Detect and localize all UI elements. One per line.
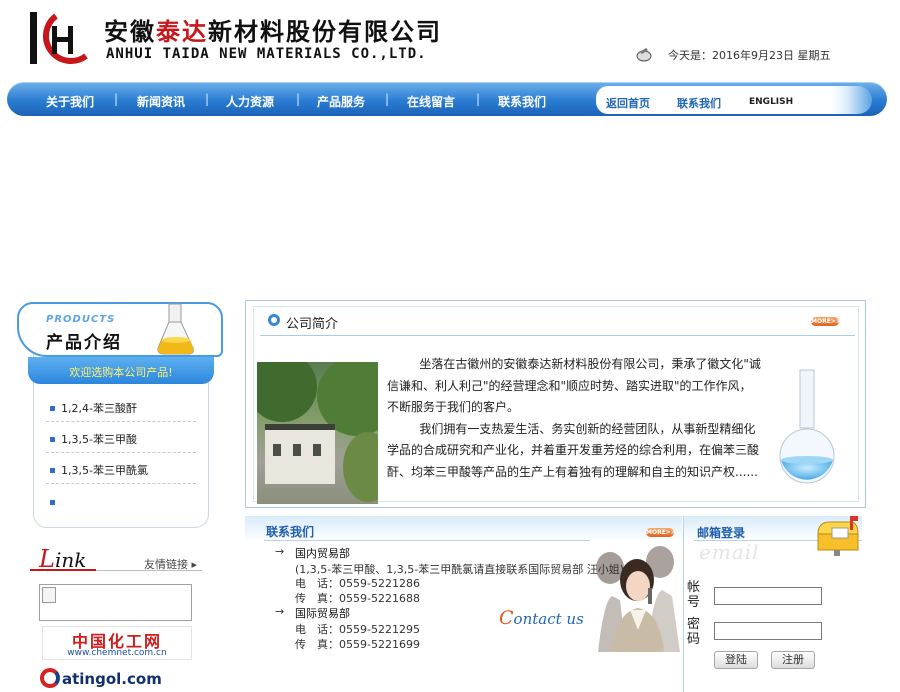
mailbox-icon — [817, 516, 859, 556]
international-fax-key: 传 真： — [295, 638, 339, 651]
email-watermark: email — [699, 540, 760, 564]
international-trade-label: 国际贸易部 — [295, 607, 350, 620]
bullet-icon — [50, 406, 55, 411]
account-input[interactable] — [714, 587, 822, 605]
domestic-phone: 电 话：0559-5221286 — [295, 575, 420, 591]
chemnet-banner-url: www.chemnet.com.cn — [67, 648, 167, 658]
date-display: 今天是：2016年9月23日 星期五 — [668, 49, 831, 62]
circle-bullet-icon — [268, 314, 280, 326]
navbar-right-cap — [832, 86, 872, 114]
round-flask-icon — [779, 369, 835, 484]
friend-links-link[interactable]: 友情链接 ▸ — [144, 556, 197, 572]
product-welcome-text: 欢迎选购本公司产品! — [69, 366, 173, 379]
product-item-label: 1,3,5-苯三甲酰氯 — [61, 464, 148, 477]
nav-contact-link[interactable]: 联系我们 — [677, 95, 721, 111]
company-name-en: ANHUI TAIDA NEW MATERIALS CO.,LTD. — [106, 46, 427, 62]
nav-separator: | — [476, 92, 481, 106]
nav-news[interactable]: 新闻资讯 — [137, 93, 185, 110]
password-input[interactable] — [714, 622, 822, 640]
company-intro-title: 公司简介 — [286, 317, 339, 332]
nav-products[interactable]: 产品服务 — [317, 93, 365, 110]
company-logo — [30, 12, 88, 64]
domestic-fax: 传 真：0559-5221688 — [295, 590, 420, 606]
company-intro-text: 坐落在古徽州的安徽泰达新材料股份有限公司，秉承了徽文化"诚信谦和、利人利己"的经… — [387, 354, 763, 484]
domestic-fax-value: 0559-5221688 — [339, 592, 420, 605]
intro-divider — [260, 335, 855, 336]
product-header-title: 产品介绍 — [46, 333, 122, 353]
company-name-cn-brand: 泰达 — [156, 17, 208, 46]
flask-icon — [157, 303, 194, 355]
company-building-photo — [257, 362, 378, 504]
catingol-banner[interactable]: atingol.com — [40, 668, 162, 688]
contact-more-button[interactable]: MORE>> — [646, 528, 676, 537]
international-fax: 传 真：0559-5221699 — [295, 636, 420, 652]
links-divider-accent — [30, 569, 96, 571]
product-item-label: 1,3,5-苯三甲酸 — [61, 433, 137, 446]
product-item[interactable]: 1,3,5-苯三甲酰氯 — [46, 462, 196, 484]
broken-image-link[interactable] — [39, 584, 192, 621]
nav-about-us[interactable]: 关于我们 — [46, 93, 94, 110]
contact-us-rest: ontact us — [513, 610, 584, 628]
broken-image-icon — [42, 587, 56, 603]
nav-hr[interactable]: 人力资源 — [226, 93, 274, 110]
bullet-icon — [50, 500, 55, 505]
company-name-cn: 安徽泰达新材料股份有限公司 — [104, 12, 442, 47]
product-header-en: PRODUCTS — [46, 314, 116, 325]
company-name-cn-part1: 安徽 — [104, 17, 156, 46]
nav-guestbook[interactable]: 在线留言 — [407, 93, 455, 110]
international-phone-key: 电 话： — [295, 623, 339, 636]
mail-divider-vertical — [683, 516, 684, 692]
bullet-icon — [50, 468, 55, 473]
nav-separator: | — [114, 92, 119, 106]
company-name-cn-part3: 新材料股份有限公司 — [208, 17, 442, 46]
product-item-label: 1,2,4-苯三酸酐 — [61, 402, 137, 415]
international-phone-value: 0559-5221295 — [339, 623, 420, 636]
domestic-trade-label: 国内贸易部 — [295, 547, 350, 560]
arrow-right-icon: → — [275, 545, 285, 558]
customer-service-photo — [590, 540, 682, 652]
clock-icon — [636, 48, 652, 62]
nav-english-link[interactable]: ENGLISH — [749, 97, 793, 107]
register-button[interactable]: 注册 — [771, 651, 815, 669]
international-fax-value: 0559-5221699 — [339, 638, 420, 651]
nav-separator: | — [296, 92, 301, 106]
contact-us-logo: Contact us — [499, 607, 584, 629]
nav-separator: | — [385, 92, 390, 106]
mail-login-title: 邮箱登录 — [697, 526, 746, 540]
intro-paragraph: 坐落在古徽州的安徽泰达新材料股份有限公司，秉承了徽文化"诚信谦和、利人利己"的经… — [387, 357, 761, 415]
arrow-right-icon: → — [275, 605, 285, 618]
domestic-fax-key: 传 真： — [295, 592, 339, 605]
domestic-phone-value: 0559-5221286 — [339, 577, 420, 590]
intro-paragraph: 我们拥有一支热爱生活、务实创新的经营团队，从事新型精细化学品的合成研究和产业化，… — [387, 421, 760, 479]
catingol-banner-text: atingol.com — [62, 670, 162, 688]
bullet-icon — [50, 437, 55, 442]
password-label: 密码 — [687, 617, 701, 647]
product-item[interactable]: 1,2,4-苯三酸酐 — [46, 400, 196, 422]
intro-more-button[interactable]: MORE>> — [811, 317, 841, 326]
customer-service-illustration — [590, 540, 682, 652]
nav-contact[interactable]: 联系我们 — [498, 93, 546, 110]
domestic-phone-key: 电 话： — [295, 577, 339, 590]
contact-us-cap: C — [499, 607, 514, 629]
product-item[interactable] — [46, 496, 196, 518]
catingol-logo-icon — [40, 668, 60, 688]
contact-title: 联系我们 — [266, 525, 315, 539]
login-button[interactable]: 登陆 — [714, 651, 758, 669]
nav-home-link[interactable]: 返回首页 — [606, 95, 650, 111]
product-item[interactable]: 1,3,5-苯三甲酸 — [46, 431, 196, 453]
account-label: 帐号 — [687, 580, 701, 610]
nav-separator: | — [205, 92, 210, 106]
international-phone: 电 话：0559-5221295 — [295, 621, 420, 637]
